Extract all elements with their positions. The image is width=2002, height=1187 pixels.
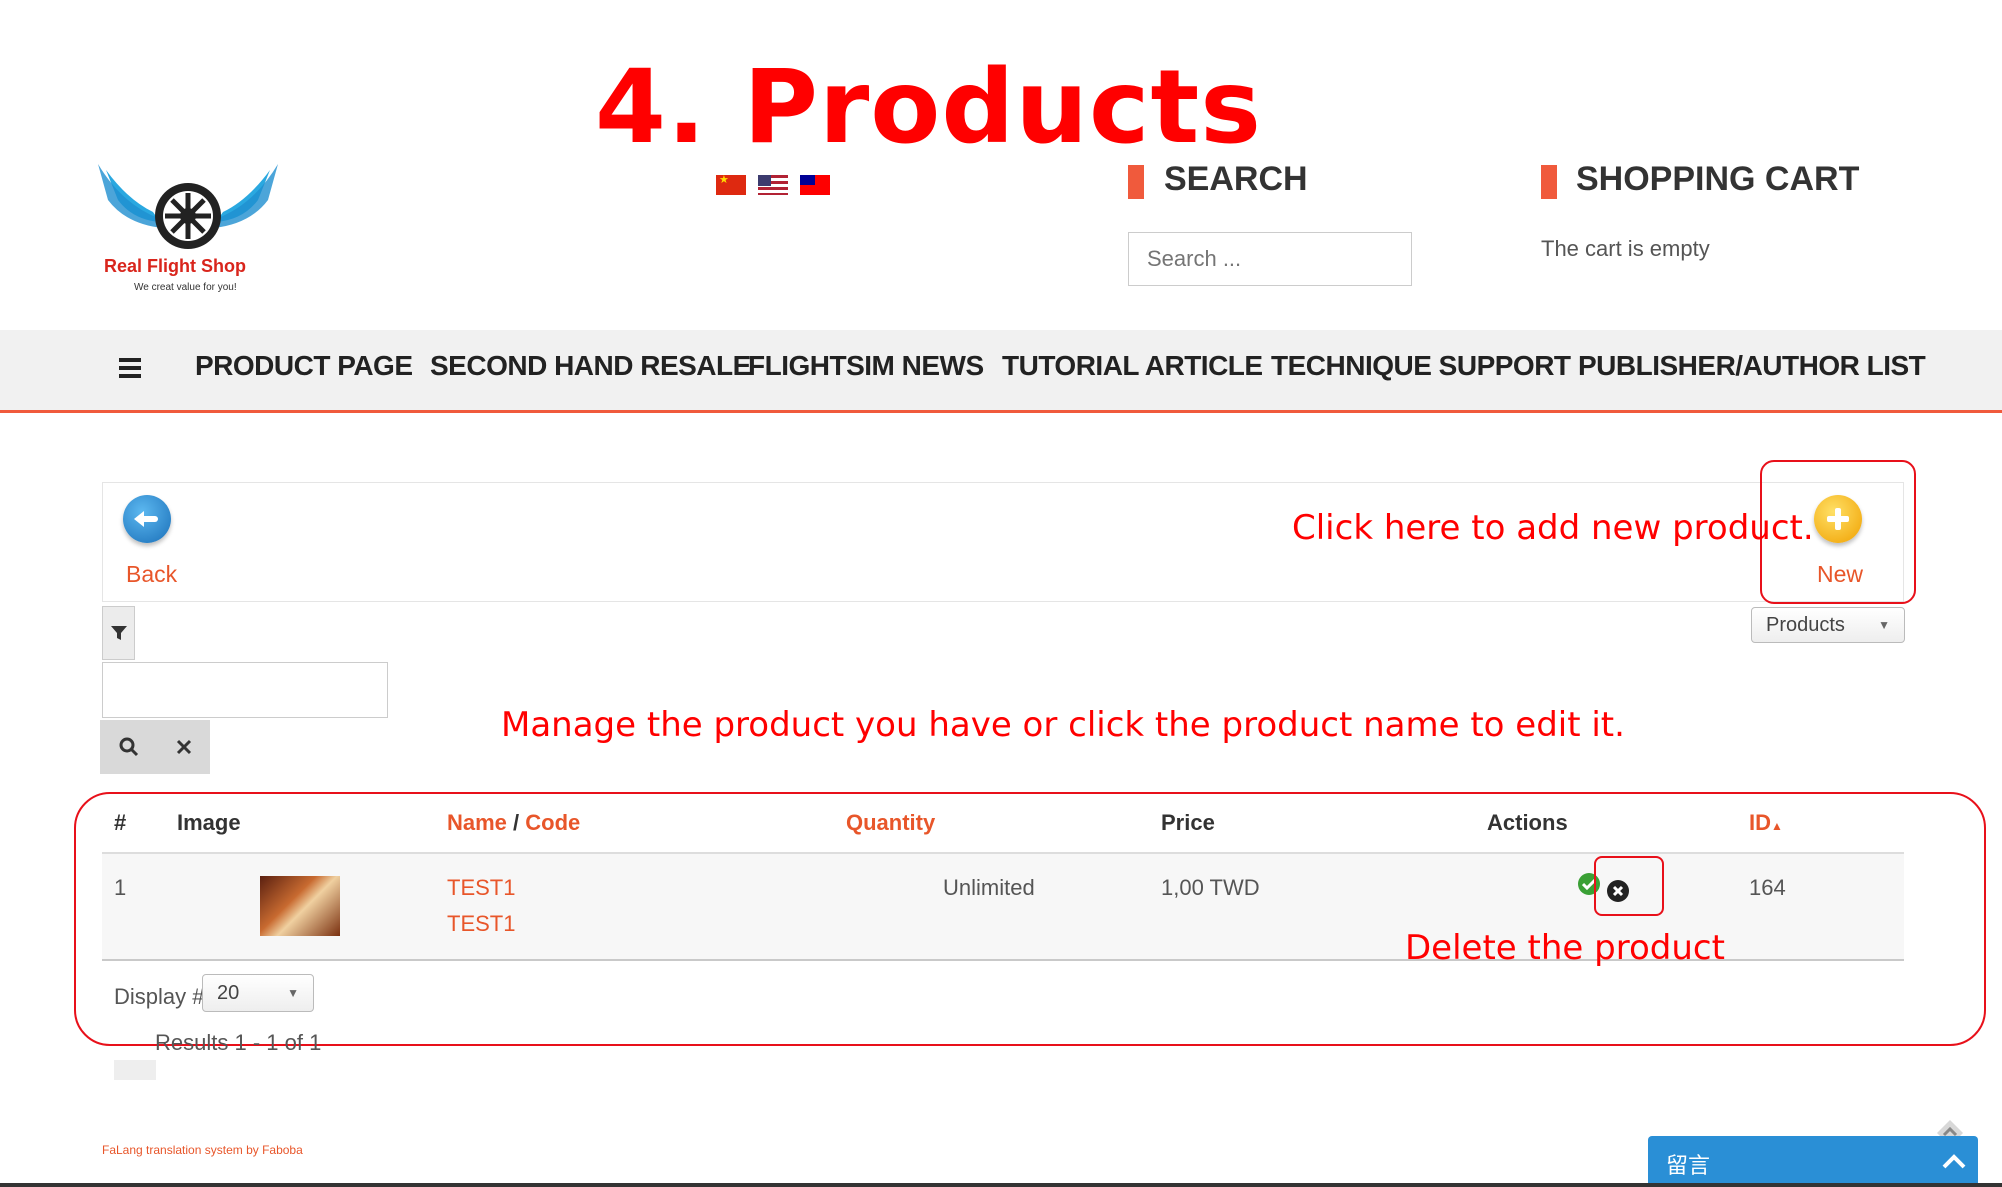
logo-icon[interactable] [98,160,278,300]
logo-tagline: We creat value for you! [134,282,237,293]
table-header-name-code: Name / Code [447,810,580,836]
nav-item-technique-support[interactable]: TECHNIQUE SUPPORT [1271,350,1571,382]
search-icon[interactable] [118,736,140,758]
table-header-image: Image [177,810,241,835]
sort-by-name-link[interactable]: Name [447,810,507,835]
annotation-delete: Delete the product [1405,928,1725,968]
sort-by-id-link[interactable]: ID▲ [1749,810,1783,836]
chat-label: 留言 [1666,1153,1711,1178]
row-num: 1 [114,875,127,900]
header-separator: / [513,810,520,835]
annotation-manage: Manage the product you have or click the… [501,705,1625,745]
flag-taiwan-icon[interactable] [800,175,830,195]
clear-x-icon[interactable] [175,738,193,756]
sort-asc-icon: ▲ [1771,819,1783,833]
chevron-down-icon: ▼ [1878,618,1890,632]
cart-status: The cart is empty [1541,236,1710,261]
chevron-down-icon: ▼ [287,986,299,1000]
window-bottom-border [0,1183,2002,1187]
back-button[interactable]: Back [126,561,177,588]
pagination-control[interactable] [114,1060,156,1080]
cart-heading: SHOPPING CART [1576,160,1860,198]
nav-item-publisher-author-list[interactable]: PUBLISHER/AUTHOR LIST [1578,350,1926,382]
table-header-num: # [114,810,127,835]
product-price: 1,00 TWD [1161,875,1260,900]
logo-name: Real Flight Shop [104,256,246,276]
flag-usa-icon[interactable] [758,175,788,195]
back-arrow-icon[interactable] [123,495,171,543]
language-switcher [716,175,830,195]
display-count-label: Display # [114,984,205,1009]
product-thumbnail [260,876,340,936]
annotation-title: 4. Products [595,48,1262,167]
menu-hamburger-icon[interactable] [119,358,141,378]
filter-funnel-icon [110,626,127,640]
search-heading: SEARCH [1164,160,1308,198]
sort-by-quantity-link[interactable]: Quantity [846,810,935,836]
sort-by-code-link[interactable]: Code [525,810,580,835]
chevron-up-icon[interactable] [1940,1148,1968,1176]
filter-actions [100,720,210,774]
filter-input[interactable] [102,662,388,718]
search-heading-bar [1128,165,1144,199]
nav-item-flightsim-news[interactable]: FLIGHTSIM NEWS [748,350,984,382]
table-header-actions: Actions [1487,810,1568,835]
flag-china-icon[interactable] [716,175,746,195]
annotation-add-new: Click here to add new product. [1292,508,1814,548]
view-select-value: Products [1766,613,1845,636]
product-id: 164 [1749,875,1786,900]
product-name-link[interactable]: TEST1 [447,875,515,901]
nav-item-tutorial-article[interactable]: TUTORIAL ARTICLE [1002,350,1263,382]
product-code-link[interactable]: TEST1 [447,911,515,937]
nav-item-second-hand-resale[interactable]: SECOND HAND RESALE [430,350,751,382]
footer-credit-link[interactable]: FaLang translation system by Faboba [102,1143,303,1157]
results-counter: Results 1 - 1 of 1 [155,1030,322,1055]
filter-toggle-button[interactable] [102,606,135,660]
display-count-value: 20 [217,981,240,1004]
view-select[interactable]: Products ▼ [1751,607,1905,643]
annotation-highlight-delete [1594,856,1664,916]
product-quantity: Unlimited [943,875,1035,900]
search-input[interactable] [1128,232,1412,286]
display-count-select[interactable]: 20 ▼ [202,974,314,1012]
nav-item-product-page[interactable]: PRODUCT PAGE [195,350,413,382]
table-header-price: Price [1161,810,1215,835]
cart-heading-bar [1541,165,1557,199]
sort-by-id-label: ID [1749,810,1771,835]
